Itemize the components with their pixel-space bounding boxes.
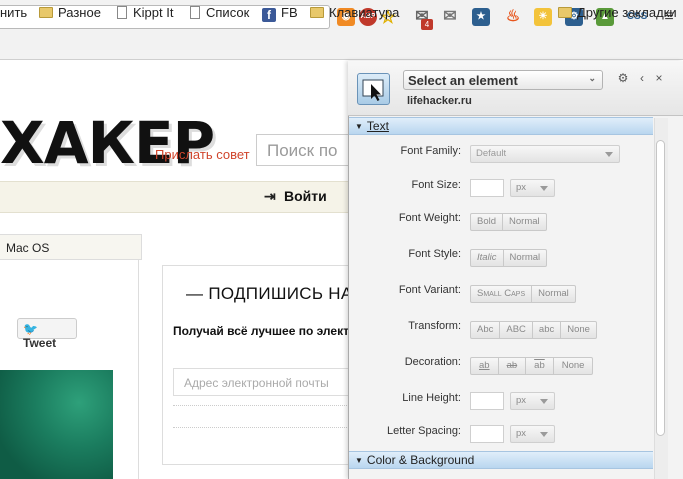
font-style-label: Font Style: xyxy=(408,248,461,260)
collapse-icon[interactable]: ‹ xyxy=(636,71,648,85)
bookmark-item[interactable]: нить xyxy=(0,5,27,21)
bookmark-kippt[interactable]: Kippt It xyxy=(117,5,173,21)
decoration-none-button[interactable]: None xyxy=(553,357,594,375)
tab-mac-os[interactable]: Mac OS xyxy=(0,234,142,260)
tweet-label: Tweet xyxy=(23,336,57,350)
bookmark-list[interactable]: Список xyxy=(190,5,249,21)
login-icon: ⇥ xyxy=(264,188,276,204)
mail-icon[interactable]: ✉ xyxy=(441,8,459,26)
transform-capitalize-button[interactable]: Abc xyxy=(470,321,501,339)
inspected-domain: lifehacker.ru xyxy=(407,95,472,107)
line-height-label: Line Height: xyxy=(402,392,461,404)
decoration-overline-button[interactable]: ab xyxy=(526,357,554,375)
bookmark-label: Kippt It xyxy=(133,5,174,20)
line-height-input[interactable] xyxy=(470,392,504,410)
transform-uppercase-button[interactable]: ABC xyxy=(500,321,533,339)
letter-spacing-label: Letter Spacing: xyxy=(387,425,461,437)
email-field[interactable]: Адрес электронной почты xyxy=(173,368,353,396)
bookmark-label: Разное xyxy=(58,5,101,20)
font-family-label: Font Family: xyxy=(400,145,461,157)
section-color-background[interactable]: ▼ Color & Background xyxy=(349,451,653,469)
page-icon xyxy=(117,6,127,19)
transform-group: Abc ABC abc None xyxy=(470,321,597,339)
bookmarks-bar xyxy=(0,34,683,60)
login-link[interactable]: Войти xyxy=(284,188,327,204)
tab-label: Mac OS xyxy=(6,241,50,255)
decoration-group: ab ab ab None xyxy=(470,357,594,375)
font-weight-label: Font Weight: xyxy=(398,212,461,224)
bookmark-label: Клавиатура xyxy=(329,5,400,20)
subscribe-title: — ПОДПИШИСЬ НА Л xyxy=(186,284,369,303)
unit-value: px xyxy=(516,395,527,406)
bookmark-fb[interactable]: f FB xyxy=(262,5,298,22)
sun-extension-icon[interactable]: ☀ xyxy=(534,8,552,26)
bookmark-label: нить xyxy=(0,5,28,20)
page-icon xyxy=(190,6,200,19)
element-select[interactable]: Select an element ⌄ xyxy=(403,70,603,90)
font-size-unit-select[interactable]: px xyxy=(510,179,555,197)
close-icon[interactable]: × xyxy=(653,71,665,85)
select-value: Default xyxy=(476,148,507,159)
cursor-icon xyxy=(362,79,384,101)
font-variant-label: Font Variant: xyxy=(398,284,461,296)
section-label: Color & Background xyxy=(366,453,475,467)
font-weight-bold-button[interactable]: Bold xyxy=(470,213,504,231)
divider xyxy=(173,405,353,406)
triangle-down-icon: ▼ xyxy=(355,456,363,465)
column-divider xyxy=(138,260,139,479)
chevron-down-icon: ⌄ xyxy=(588,73,596,83)
folder-icon xyxy=(39,7,53,18)
section-text[interactable]: ▼ Text xyxy=(349,117,653,135)
twitter-bird-icon: 🐦 xyxy=(23,322,38,336)
unit-value: px xyxy=(516,182,527,193)
decoration-strikethrough-button[interactable]: ab xyxy=(498,357,527,375)
font-weight-normal-button[interactable]: Normal xyxy=(503,213,547,231)
transform-lowercase-button[interactable]: abc xyxy=(532,321,562,339)
decoration-underline-button[interactable]: ab xyxy=(470,357,499,375)
scrollbar-thumb[interactable] xyxy=(656,140,665,436)
font-style-group: Italic Normal xyxy=(470,249,548,267)
bookmark-folder-raznoe[interactable]: Разное xyxy=(39,5,101,21)
gear-icon[interactable]: ⚙ xyxy=(617,71,629,85)
font-variant-small-caps-button[interactable]: Small Caps xyxy=(470,285,533,303)
section-label: Text xyxy=(366,119,389,133)
triangle-down-icon: ▼ xyxy=(355,122,363,131)
facebook-icon: f xyxy=(262,8,276,22)
font-style-normal-button[interactable]: Normal xyxy=(503,249,548,267)
send-tip-link[interactable]: Прислать совет xyxy=(155,147,250,162)
font-variant-normal-button[interactable]: Normal xyxy=(532,285,576,303)
font-size-label: Font Size: xyxy=(411,179,461,191)
bookmark-label: FB xyxy=(281,5,298,20)
font-style-italic-button[interactable]: Italic xyxy=(470,249,504,267)
bookmark-other[interactable]: Другие закладки xyxy=(558,5,677,21)
bookmark-label: Список xyxy=(206,5,250,20)
divider xyxy=(173,427,353,428)
font-family-select[interactable]: Default xyxy=(470,145,620,163)
tweet-button[interactable]: 🐦 Tweet xyxy=(17,318,77,350)
select-label: Select an element xyxy=(408,73,518,88)
bookmark-folder-keyboard[interactable]: Клавиатура xyxy=(310,5,399,21)
transform-none-button[interactable]: None xyxy=(561,321,597,339)
site-logo[interactable]: ХАКЕР xyxy=(0,108,215,178)
letter-spacing-input[interactable] xyxy=(470,425,504,443)
line-height-unit-select[interactable]: px xyxy=(510,392,555,410)
font-variant-group: Small Caps Normal xyxy=(470,285,576,303)
element-picker-button[interactable] xyxy=(357,73,390,105)
subscribe-text: Получай всё лучшее по элект xyxy=(173,324,349,338)
folder-icon xyxy=(310,7,324,18)
folder-icon xyxy=(558,7,572,18)
unit-value: px xyxy=(516,428,527,439)
bookmark-label: Другие закладки xyxy=(577,5,677,20)
mail-count-badge: 4 xyxy=(421,19,433,30)
font-weight-group: Bold Normal xyxy=(470,213,547,231)
fire-icon[interactable]: ♨ xyxy=(504,8,522,26)
transform-label: Transform: xyxy=(408,320,461,332)
letter-spacing-unit-select[interactable]: px xyxy=(510,425,555,443)
article-image[interactable] xyxy=(0,370,113,479)
star-extension-icon[interactable]: ★ xyxy=(472,8,490,26)
decoration-label: Decoration: xyxy=(404,356,461,368)
font-size-input[interactable] xyxy=(470,179,504,197)
